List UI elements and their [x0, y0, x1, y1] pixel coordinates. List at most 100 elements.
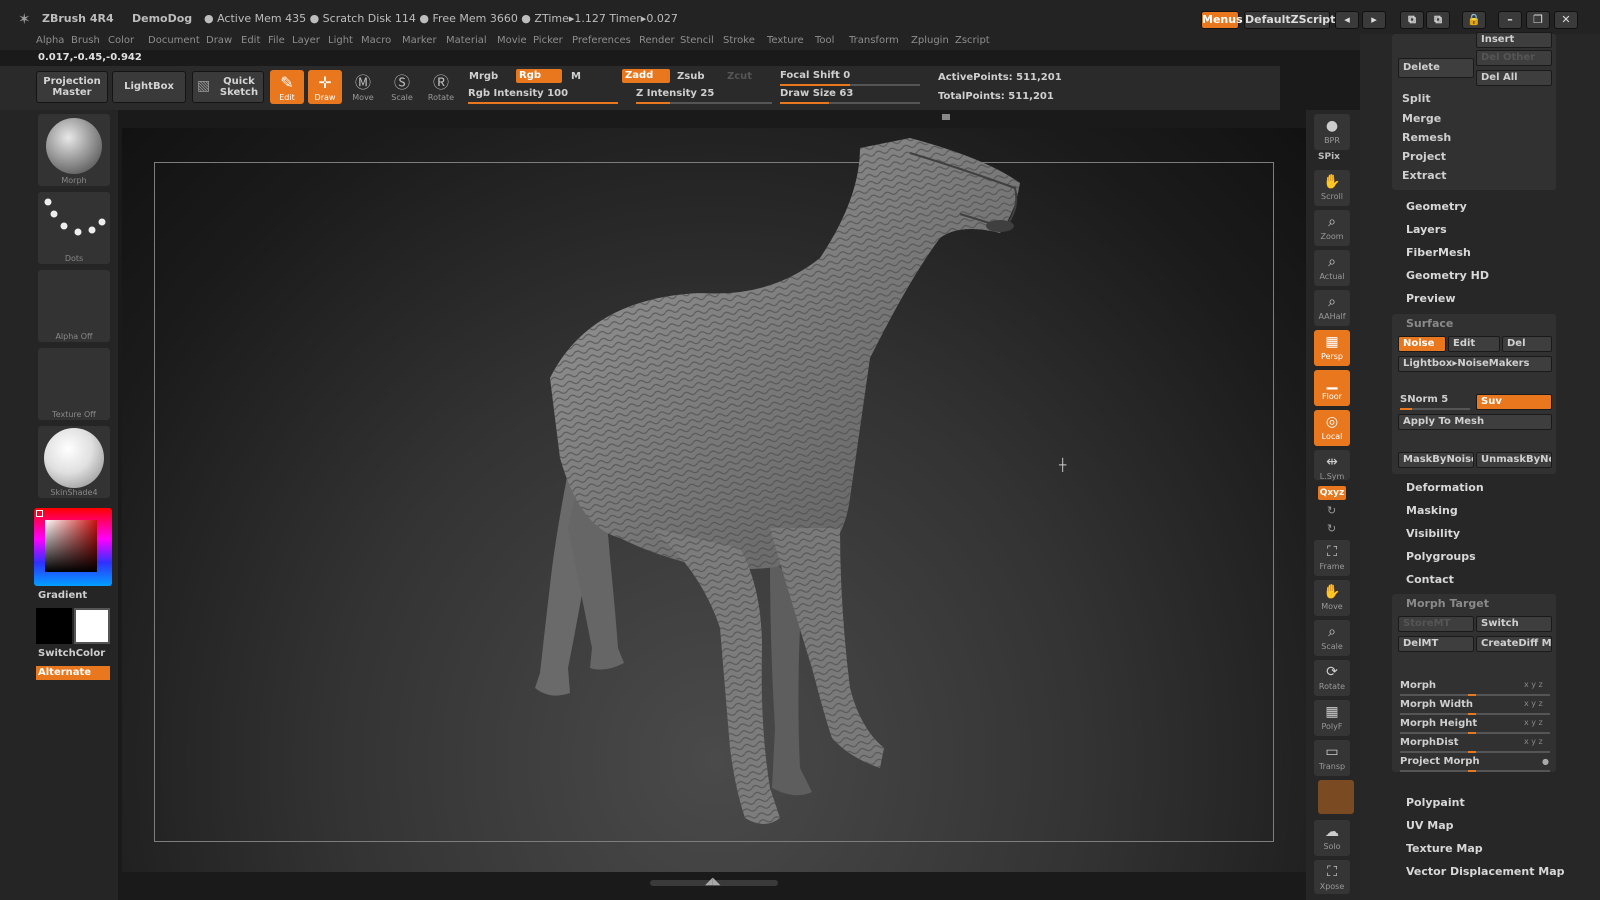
morph-dist-slider[interactable] [1400, 751, 1550, 753]
solo-button[interactable]: ☁ Solo [1314, 820, 1350, 856]
morph-slider[interactable] [1400, 694, 1550, 696]
menu-macro[interactable]: Macro [361, 35, 391, 46]
actual-button[interactable]: ⌕ Actual [1314, 250, 1350, 286]
move-view-button[interactable]: ✋ Move [1314, 580, 1350, 616]
edit-mode-button[interactable]: ✎ Edit [270, 70, 304, 104]
layers-section[interactable]: Layers [1406, 223, 1447, 236]
persp-button[interactable]: ▦ Persp [1314, 330, 1350, 366]
project-morph-label[interactable]: Project Morph [1400, 756, 1480, 767]
dog-3d-model[interactable] [440, 128, 1140, 848]
remesh-item[interactable]: Remesh [1402, 131, 1451, 144]
minimize-icon[interactable]: – [1498, 11, 1522, 29]
polypaint-section[interactable]: Polypaint [1406, 796, 1465, 809]
mrgb-button[interactable]: Mrgb [466, 70, 512, 84]
menu-stroke[interactable]: Stroke [723, 35, 755, 46]
material-selector[interactable]: SkinShade4 [38, 426, 110, 498]
draw-mode-button[interactable]: ✛ Draw [308, 70, 342, 104]
menu-draw[interactable]: Draw [206, 35, 232, 46]
ghost-button[interactable] [1318, 780, 1354, 814]
brush-selector[interactable]: Morph [38, 114, 110, 186]
alpha-selector[interactable]: Alpha Off [38, 270, 110, 342]
visibility-section[interactable]: Visibility [1406, 527, 1460, 540]
rotate-z-icon[interactable]: ↻ [1327, 522, 1336, 535]
noise-del-button[interactable]: Del [1502, 336, 1552, 352]
move-mode-button[interactable]: Ⓜ Move [346, 70, 380, 104]
morph-width-slider[interactable] [1400, 713, 1550, 715]
floor-button[interactable]: ▁ Floor [1314, 370, 1350, 406]
texture-selector[interactable]: Texture Off [38, 348, 110, 420]
uv-map-section[interactable]: UV Map [1406, 819, 1454, 832]
gradient-label[interactable]: Gradient [38, 590, 87, 601]
local-button[interactable]: ◎ Local [1314, 410, 1350, 446]
texture-map-section[interactable]: Texture Map [1406, 842, 1483, 855]
del-all-button[interactable]: Del All [1476, 70, 1552, 86]
project-morph-slider[interactable] [1400, 770, 1550, 772]
layout-alt-icon[interactable]: ⧉ [1426, 11, 1450, 29]
switch-button[interactable]: Switch [1476, 616, 1552, 632]
menu-tool[interactable]: Tool [815, 35, 834, 46]
surface-section[interactable]: Surface [1406, 317, 1453, 330]
menu-stencil[interactable]: Stencil [680, 35, 714, 46]
secondary-color-swatch[interactable] [74, 608, 110, 644]
insert-button[interactable]: Insert [1476, 32, 1552, 48]
menus-button[interactable]: Menus [1201, 11, 1243, 29]
geometry-hd-section[interactable]: Geometry HD [1406, 269, 1489, 282]
z-intensity-slider[interactable] [636, 102, 772, 104]
canvas-scroll-handle-icon[interactable] [942, 114, 950, 120]
palette-right-icon[interactable]: ▸ [1362, 11, 1386, 29]
focal-shift-slider[interactable] [780, 84, 920, 86]
morph-dist-label[interactable]: MorphDist [1400, 737, 1459, 748]
menu-material[interactable]: Material [446, 35, 487, 46]
palette-left-icon[interactable]: ◂ [1335, 11, 1359, 29]
menu-zscript[interactable]: Zscript [955, 35, 990, 46]
rotate-view-button[interactable]: ⟳ Rotate [1314, 660, 1350, 696]
delete-button[interactable]: Delete [1398, 58, 1474, 78]
frame-button[interactable]: ⛶ Frame [1314, 540, 1350, 576]
split-item[interactable]: Split [1402, 92, 1431, 105]
rotate-mode-button[interactable]: Ⓡ Rotate [424, 70, 458, 104]
aahalf-button[interactable]: ⌕ AAHalf [1314, 290, 1350, 326]
default-zscript-button[interactable]: DefaultZScript [1244, 11, 1335, 29]
menu-color[interactable]: Color [108, 35, 134, 46]
menu-file[interactable]: File [268, 35, 285, 46]
menu-texture[interactable]: Texture [767, 35, 804, 46]
mask-by-noise-button[interactable]: MaskByNoise [1398, 452, 1474, 468]
unmask-by-noise-button[interactable]: UnmaskByNo [1476, 452, 1552, 468]
suv-button[interactable]: Suv [1476, 394, 1552, 410]
scale-view-button[interactable]: ⌕ Scale [1314, 620, 1350, 656]
main-color-swatch[interactable] [36, 608, 72, 644]
project-item[interactable]: Project [1402, 150, 1446, 163]
alternate-button[interactable]: Alternate [36, 666, 110, 680]
zsub-button[interactable]: Zsub [674, 70, 720, 84]
lock-icon[interactable]: 🔒 [1462, 11, 1486, 29]
quick-sketch-button[interactable]: ▧ Quick Sketch [192, 71, 264, 103]
merge-item[interactable]: Merge [1402, 112, 1441, 125]
restore-icon[interactable]: ❐ [1526, 11, 1550, 29]
layout-icon[interactable]: ⧉ [1400, 11, 1424, 29]
bpr-button[interactable]: ● BPR [1314, 114, 1350, 150]
xyz-button[interactable]: Qxyz [1318, 486, 1346, 500]
geometry-section[interactable]: Geometry [1406, 200, 1467, 213]
rgb-intensity-slider[interactable] [468, 102, 618, 104]
zadd-button[interactable]: Zadd [622, 69, 670, 83]
lightbox-button[interactable]: LightBox [112, 71, 186, 103]
spix-label[interactable]: SPix [1318, 152, 1340, 162]
menu-light[interactable]: Light [328, 35, 353, 46]
create-diff-button[interactable]: CreateDiff M [1476, 636, 1552, 652]
extract-item[interactable]: Extract [1402, 169, 1447, 182]
m-button[interactable]: M [568, 70, 584, 84]
menu-picker[interactable]: Picker [533, 35, 563, 46]
menu-transform[interactable]: Transform [849, 35, 899, 46]
bottom-tray-toggle-icon[interactable]: ◢◣ [705, 876, 720, 887]
morph-height-slider[interactable] [1400, 732, 1550, 734]
snorm-label[interactable]: SNorm 5 [1400, 394, 1448, 405]
morph-height-label[interactable]: Morph Height [1400, 718, 1477, 729]
noise-button[interactable]: Noise [1398, 336, 1446, 352]
masking-section[interactable]: Masking [1406, 504, 1458, 517]
menu-render[interactable]: Render [639, 35, 675, 46]
menu-alpha[interactable]: Alpha [36, 35, 64, 46]
deformation-section[interactable]: Deformation [1406, 481, 1484, 494]
morph-target-section[interactable]: Morph Target [1406, 597, 1489, 610]
color-saturation-square[interactable] [45, 520, 97, 572]
contact-section[interactable]: Contact [1406, 573, 1454, 586]
